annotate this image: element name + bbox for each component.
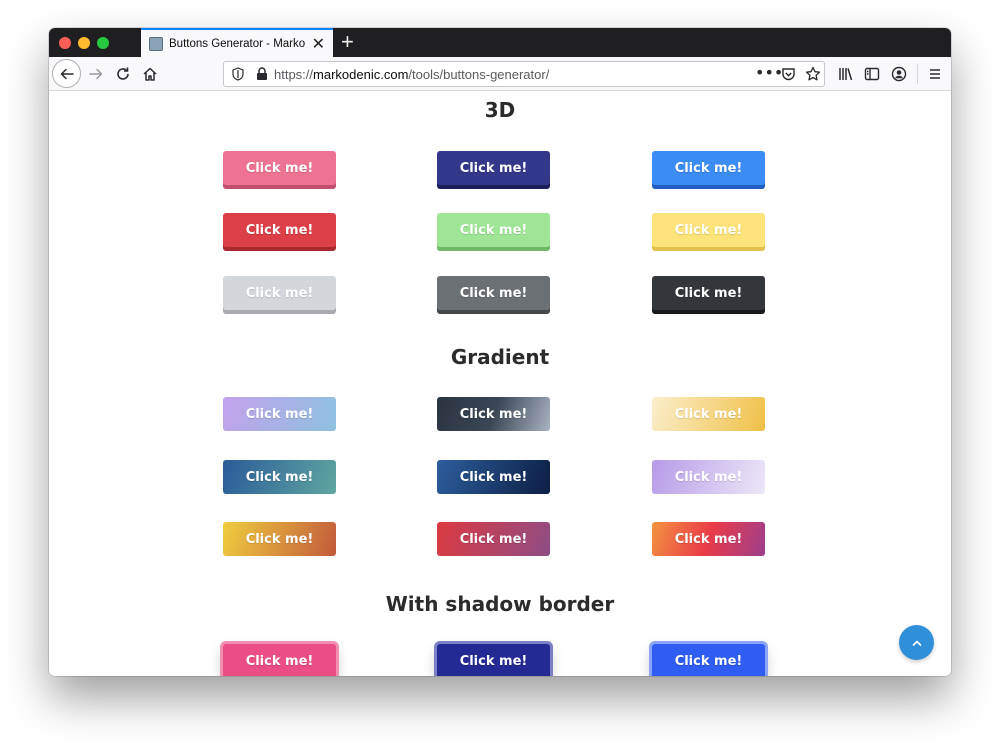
button-3d-light-gray[interactable]: Click me! xyxy=(223,276,336,310)
bookmark-star-icon[interactable] xyxy=(805,66,821,82)
reload-button[interactable] xyxy=(112,63,134,85)
button-gradient-teal[interactable]: Click me! xyxy=(223,460,336,494)
button-gradient-cream[interactable]: Click me! xyxy=(652,397,765,431)
back-button[interactable] xyxy=(52,59,81,88)
url-text: https://markodenic.com/tools/buttons-gen… xyxy=(274,67,549,82)
browser-window: Buttons Generator - Marko Denic ✕ + http… xyxy=(49,28,951,676)
library-icon xyxy=(839,68,853,81)
button-gradient-lilac[interactable]: Click me! xyxy=(652,460,765,494)
page-content: 3D Click me! Click me! Click me! Click m… xyxy=(49,92,951,676)
sidebar-button[interactable] xyxy=(861,63,883,85)
button-gradient-lavender[interactable]: Click me! xyxy=(223,397,336,431)
toolbar-divider xyxy=(917,64,918,84)
button-3d-navy[interactable]: Click me! xyxy=(437,151,550,185)
button-gradient-orange[interactable]: Click me! xyxy=(223,522,336,556)
section-title-3d: 3D xyxy=(484,98,516,122)
url-path: /tools/buttons-generator/ xyxy=(408,67,550,82)
lock-icon[interactable] xyxy=(256,67,268,81)
url-host: markodenic.com xyxy=(313,67,409,82)
tab-close-icon[interactable]: ✕ xyxy=(312,35,325,52)
reload-icon xyxy=(117,67,129,80)
address-bar[interactable]: https://markodenic.com/tools/buttons-gen… xyxy=(223,61,825,87)
shield-icon[interactable] xyxy=(231,67,245,81)
navigation-toolbar: https://markodenic.com/tools/buttons-gen… xyxy=(49,57,951,91)
browser-tab[interactable]: Buttons Generator - Marko Denic ✕ xyxy=(141,28,333,57)
button-gradient-crimson[interactable]: Click me! xyxy=(437,522,550,556)
section-title-shadow-border: With shadow border xyxy=(385,592,615,616)
minimize-window-button[interactable] xyxy=(78,37,90,49)
chevron-up-icon xyxy=(912,639,921,646)
back-icon xyxy=(60,68,74,79)
forward-icon xyxy=(89,68,103,80)
account-button[interactable] xyxy=(888,63,910,85)
button-gradient-charcoal[interactable]: Click me! xyxy=(437,397,550,431)
button-3d-pink[interactable]: Click me! xyxy=(223,151,336,185)
button-shadow-pink[interactable]: Click me! xyxy=(223,644,336,676)
home-button[interactable] xyxy=(139,63,161,85)
library-button[interactable] xyxy=(835,63,857,85)
menu-icon xyxy=(930,69,940,79)
button-shadow-indigo[interactable]: Click me! xyxy=(437,644,550,676)
button-3d-red[interactable]: Click me! xyxy=(223,213,336,247)
button-shadow-blue[interactable]: Click me! xyxy=(652,644,765,676)
account-icon xyxy=(891,66,907,82)
button-3d-gray[interactable]: Click me! xyxy=(437,276,550,310)
tab-title: Buttons Generator - Marko Denic xyxy=(169,37,306,50)
forward-button[interactable] xyxy=(85,63,107,85)
button-3d-dark[interactable]: Click me! xyxy=(652,276,765,310)
menu-button[interactable] xyxy=(924,63,946,85)
section-title-gradient: Gradient xyxy=(450,345,550,369)
button-gradient-sunset[interactable]: Click me! xyxy=(652,522,765,556)
close-window-button[interactable] xyxy=(59,37,71,49)
scroll-to-top-button[interactable] xyxy=(899,625,934,660)
new-tab-button[interactable]: + xyxy=(341,31,354,53)
title-bar: Buttons Generator - Marko Denic ✕ + xyxy=(49,28,951,57)
button-3d-blue[interactable]: Click me! xyxy=(652,151,765,185)
zoom-window-button[interactable] xyxy=(97,37,109,49)
site-favicon-icon xyxy=(149,36,163,51)
button-gradient-deep-blue[interactable]: Click me! xyxy=(437,460,550,494)
button-3d-green[interactable]: Click me! xyxy=(437,213,550,247)
sidebar-icon xyxy=(864,67,880,81)
url-prefix: https:// xyxy=(274,67,314,82)
home-icon xyxy=(143,67,157,81)
more-icon[interactable]: ••• xyxy=(755,63,783,82)
button-3d-yellow[interactable]: Click me! xyxy=(652,213,765,247)
pocket-icon[interactable] xyxy=(781,67,796,82)
